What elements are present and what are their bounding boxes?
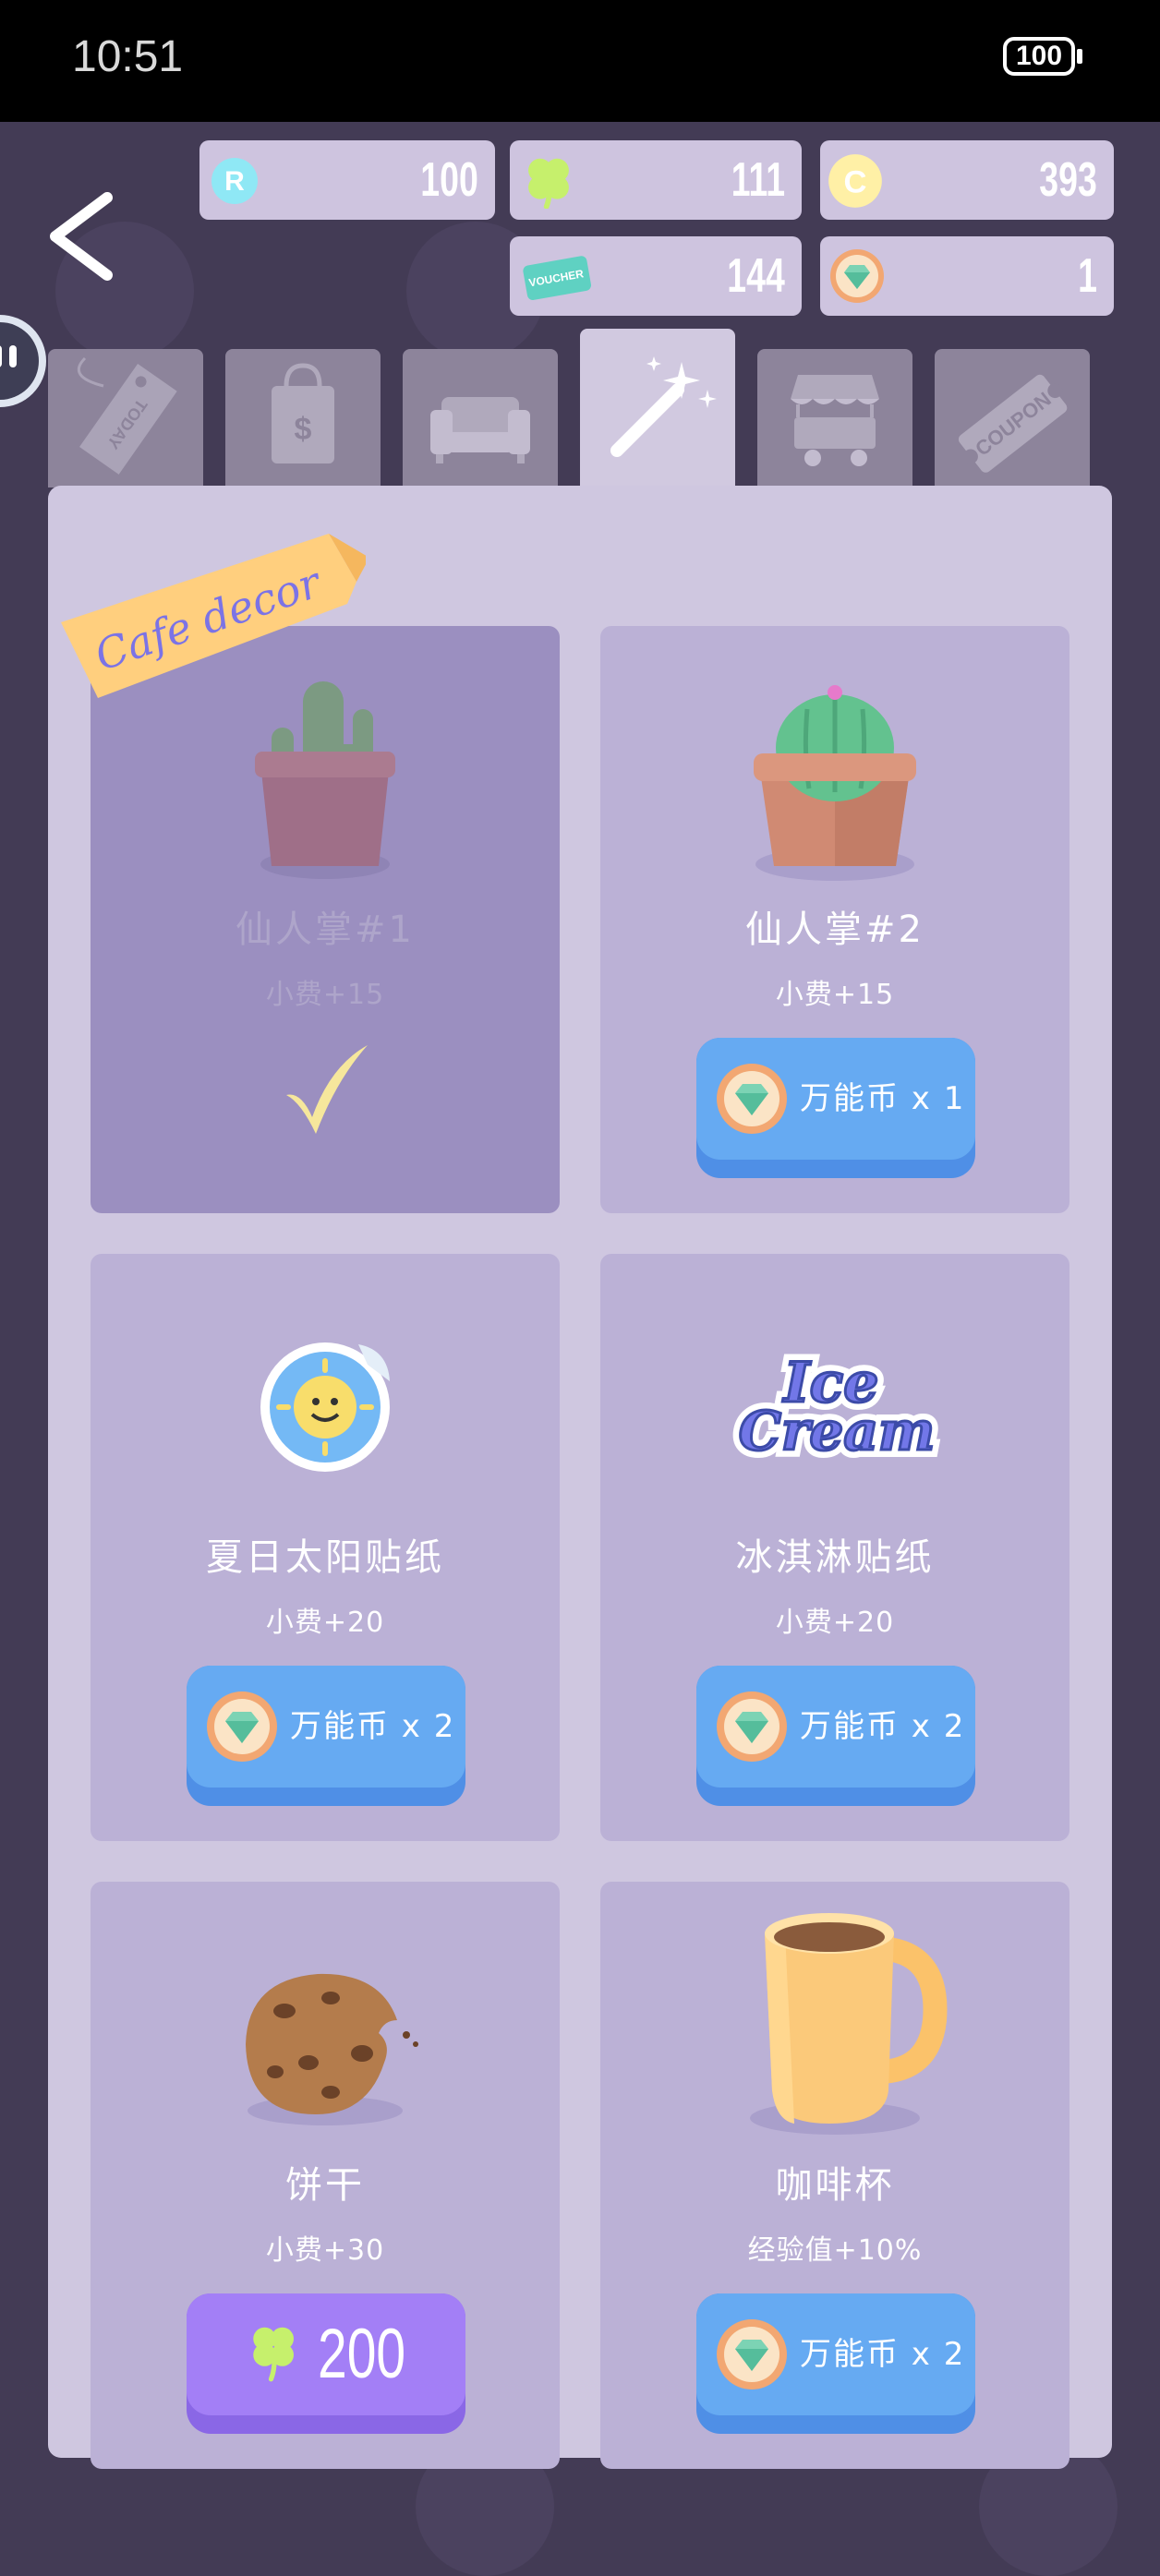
buy-button-label: 200 (318, 2315, 406, 2393)
item-name: 冰淇淋贴纸 (735, 1536, 935, 1579)
buy-button-label: 万能币 x 1 (800, 1080, 966, 1117)
sofa-icon (430, 397, 530, 463)
coffee-mug-icon (750, 1913, 948, 2135)
r-coin-value: 100 (420, 153, 478, 207)
item-name: 饼干 (285, 2164, 365, 2207)
c-coin-icon: C (828, 154, 882, 208)
item-card-ice-cream-sticker[interactable]: Ice Cream Ice Cream 冰淇淋贴纸 小费+20 万能币 x 2 (600, 1254, 1069, 1841)
coupon-ticket-icon: COUPON (958, 374, 1068, 473)
gem-value: 1 (1078, 249, 1097, 303)
shop-dollar-sign: $ (295, 412, 312, 447)
buy-with-clover-button[interactable]: 200 (187, 2293, 465, 2434)
back-arrow-icon[interactable] (37, 185, 129, 286)
item-bonus: 小费+15 (775, 979, 895, 1011)
shop-panel: 仙人掌#1 小费+15 仙人掌#2 小费+15 万能币 x 1 夏日太阳贴纸 小… (48, 486, 1112, 2469)
tab-coupon[interactable]: COUPON (935, 349, 1090, 488)
buy-button-label: 万能币 x 2 (800, 2336, 966, 2373)
gem-coin-icon (830, 249, 884, 303)
section-ribbon: Cafe decor (61, 534, 366, 698)
buy-button-label: 万能币 x 2 (290, 1708, 456, 1745)
item-name: 仙人掌#1 (236, 909, 415, 951)
buy-button-face: 万能币 x 2 (696, 2293, 975, 2415)
r-coin-icon: R (211, 158, 258, 204)
c-coin-balance: C 393 (820, 140, 1114, 220)
tab-decor[interactable] (580, 329, 735, 491)
item-name: 夏日太阳贴纸 (206, 1536, 444, 1579)
c-coin-value: 393 (1039, 153, 1097, 207)
tab-furniture[interactable] (403, 349, 558, 488)
item-name: 仙人掌#2 (745, 909, 924, 951)
buy-button-face: 万能币 x 2 (696, 1666, 975, 1788)
gem-balance: 1 (820, 236, 1114, 316)
item-bonus: 小费+15 (265, 979, 385, 1011)
item-bonus: 小费+20 (265, 1607, 385, 1639)
item-bonus: 小费+30 (265, 2234, 385, 2267)
item-card-cookie[interactable]: 饼干 小费+30 200 (91, 1882, 560, 2469)
clover-icon (253, 2327, 294, 2382)
buy-with-gem-button[interactable]: 万能币 x 2 (187, 1666, 465, 1806)
buy-with-gem-button[interactable]: 万能币 x 1 (696, 1038, 975, 1178)
item-name: 咖啡杯 (775, 2164, 895, 2207)
item-card-cactus-2[interactable]: 仙人掌#2 小费+15 万能币 x 1 (600, 626, 1069, 1213)
checkmark-icon (286, 1045, 368, 1134)
clover-icon (528, 158, 569, 209)
clover-balance: 111 (510, 140, 802, 220)
item-bonus: 小费+20 (775, 1607, 895, 1639)
r-coin-letter: R (224, 166, 245, 197)
tab-today[interactable]: TODAY (48, 349, 203, 488)
sun-sticker-icon (260, 1342, 390, 1472)
shopping-bag-icon: $ (272, 363, 334, 463)
price-tag-icon: TODAY (77, 356, 177, 475)
tab-shop[interactable]: $ (225, 349, 381, 488)
food-cart-icon (791, 375, 879, 466)
item-card-coffee-mug[interactable]: 咖啡杯 经验值+10% 万能币 x 2 (600, 1882, 1069, 2469)
buy-with-gem-button[interactable]: 万能币 x 2 (696, 2293, 975, 2434)
gem-coin-icon (717, 2319, 787, 2389)
buy-button-face: 万能币 x 2 (187, 1666, 465, 1788)
buy-button-label: 万能币 x 2 (800, 1708, 966, 1745)
r-coin-balance: R 100 (199, 140, 495, 220)
gem-coin-icon (717, 1691, 787, 1762)
cookie-icon (246, 1973, 418, 2125)
mascot-icon[interactable] (0, 310, 50, 412)
magic-wand-icon (610, 356, 717, 457)
status-time: 10:51 (72, 32, 184, 81)
battery-icon: 100 (1003, 37, 1075, 76)
gem-coin-icon (717, 1064, 787, 1134)
buy-button-face: 万能币 x 1 (696, 1038, 975, 1160)
sticker-word-cream: Cream (739, 1400, 936, 1463)
clover-value: 111 (731, 153, 785, 207)
gem-coin-icon (207, 1691, 277, 1762)
barrel-cactus-pot-icon (754, 685, 916, 881)
voucher-icon: VOUCHER (523, 256, 592, 300)
tab-stall[interactable] (757, 349, 912, 488)
buy-with-gem-button[interactable]: 万能币 x 2 (696, 1666, 975, 1806)
voucher-balance: VOUCHER 144 (510, 236, 802, 316)
battery-tip (1077, 49, 1082, 64)
ice-cream-sticker-icon: Ice Cream Ice Cream (731, 1343, 943, 1470)
status-bar: 10:51 100 (0, 0, 1160, 122)
voucher-value: 144 (727, 249, 785, 303)
item-card-sun-sticker[interactable]: 夏日太阳贴纸 小费+20 万能币 x 2 (91, 1254, 560, 1841)
item-bonus: 经验值+10% (747, 2234, 923, 2267)
buy-button-face: 200 (187, 2293, 465, 2415)
c-coin-letter: C (844, 165, 867, 200)
